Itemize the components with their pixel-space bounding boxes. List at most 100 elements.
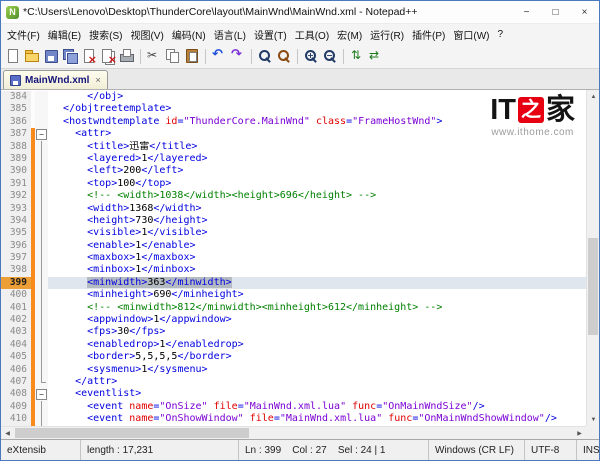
line-text[interactable]: <hostwndtemplate id="ThunderCore.MainWnd… [48, 116, 586, 128]
paste-button[interactable] [183, 47, 201, 65]
code-line-397[interactable]: 397 <maxbox>1</maxbox> [1, 252, 586, 265]
close-button[interactable]: × [570, 1, 599, 23]
line-text[interactable]: <sysmenu>1</sysmenu> [48, 364, 586, 376]
code-line-384[interactable]: 384 </obj> [1, 91, 586, 104]
menu-edit[interactable]: 编辑(E) [44, 25, 85, 44]
code-line-409[interactable]: 409 <event name="OnSize" file="MainWnd.x… [1, 400, 586, 414]
line-text[interactable]: </attr> [48, 376, 586, 388]
line-text[interactable]: <minwidth>363</minwidth> [48, 276, 586, 290]
menu-settings[interactable]: 设置(T) [250, 25, 291, 44]
line-text[interactable]: <width>1368</width> [48, 203, 586, 215]
line-text[interactable]: <enabledrop>1</enabledrop> [48, 339, 586, 351]
line-text[interactable]: <visible>1</visible> [48, 227, 586, 239]
line-text[interactable]: <title>迅雷</title> [48, 141, 586, 153]
cut-button[interactable] [145, 47, 163, 65]
save-button[interactable] [42, 47, 60, 65]
code-line-399[interactable]: 399 <minwidth>363</minwidth> [1, 276, 586, 290]
code-line-394[interactable]: 394 <height>730</height> [1, 214, 586, 228]
line-text[interactable]: <!-- <minwidth>812</minwidth><minheight>… [48, 302, 586, 314]
status-insert-mode[interactable]: INS [577, 440, 599, 460]
redo-button[interactable] [229, 47, 247, 65]
status-eol-format[interactable]: Windows (CR LF) [429, 440, 525, 460]
print-button[interactable] [118, 47, 136, 65]
scroll-right-icon[interactable]: ▶ [573, 427, 586, 439]
menu-file[interactable]: 文件(F) [3, 25, 44, 44]
horizontal-scrollbar[interactable]: ◀ ▶ [1, 426, 586, 439]
menu-encoding[interactable]: 编码(N) [168, 25, 210, 44]
code-line-404[interactable]: 404 <enabledrop>1</enabledrop> [1, 338, 586, 352]
menu-window[interactable]: 窗口(W) [449, 25, 493, 44]
menu-search[interactable]: 搜索(S) [85, 25, 126, 44]
menu-run[interactable]: 运行(R) [366, 25, 408, 44]
line-text[interactable]: <fps>30</fps> [48, 326, 586, 338]
close-all-button[interactable] [99, 47, 117, 65]
line-text[interactable]: <minbox>1</minbox> [48, 264, 586, 276]
line-text[interactable]: <event name="OnSize" file="MainWnd.xml.l… [48, 401, 586, 413]
line-text[interactable]: <!-- <width>1038</width><height>696</hei… [48, 190, 586, 202]
code-line-400[interactable]: 400 <minheight>690</minheight> [1, 289, 586, 303]
line-text[interactable]: <minheight>690</minheight> [48, 289, 586, 301]
minimize-button[interactable]: − [512, 1, 541, 23]
save-all-button[interactable] [61, 47, 79, 65]
close-file-button[interactable] [80, 47, 98, 65]
scroll-left-icon[interactable]: ◀ [1, 427, 14, 439]
line-text[interactable]: <left>200</left> [48, 165, 586, 177]
vertical-scrollbar[interactable]: ▲ ▼ [586, 90, 599, 426]
code-line-403[interactable]: 403 <fps>30</fps> [1, 326, 586, 340]
titlebar[interactable]: N *C:\Users\Lenovo\Desktop\ThunderCore\l… [1, 1, 599, 24]
code-line-391[interactable]: 391 <top>100</top> [1, 177, 586, 191]
vertical-scroll-thumb[interactable] [588, 237, 598, 336]
code-line-395[interactable]: 395 <visible>1</visible> [1, 227, 586, 241]
menu-macro[interactable]: 宏(M) [333, 25, 366, 44]
code-line-405[interactable]: 405 <border>5,5,5,5</border> [1, 351, 586, 364]
code-line-392[interactable]: 392 <!-- <width>1038</width><height>696<… [1, 190, 586, 203]
sync-vertical-button[interactable] [348, 47, 366, 65]
menu-tools[interactable]: 工具(O) [291, 25, 333, 44]
status-encoding[interactable]: UTF-8 [525, 440, 577, 460]
find-button[interactable] [256, 47, 274, 65]
code-line-389[interactable]: 389 <layered>1</layered> [1, 152, 586, 166]
line-text[interactable]: <layered>1</layered> [48, 153, 586, 165]
menu-view[interactable]: 视图(V) [126, 25, 167, 44]
line-text[interactable]: <enable>1</enable> [48, 240, 586, 252]
line-text[interactable]: </objtreetemplate> [48, 103, 586, 115]
code-line-385[interactable]: 385 </objtreetemplate> [1, 103, 586, 116]
scroll-up-icon[interactable]: ▲ [587, 90, 599, 103]
code-line-393[interactable]: 393 <width>1368</width> [1, 202, 586, 216]
line-text[interactable]: <border>5,5,5,5</border> [48, 351, 586, 363]
line-text[interactable]: <eventlist> [48, 388, 586, 400]
code-line-387[interactable]: 387 <attr> [1, 128, 586, 141]
scroll-down-icon[interactable]: ▼ [587, 413, 599, 426]
undo-button[interactable] [210, 47, 228, 65]
fold-collapse-icon[interactable] [35, 388, 48, 401]
line-text[interactable]: <appwindow>1</appwindow> [48, 314, 586, 326]
code-line-407[interactable]: 407 </attr> [1, 375, 586, 389]
code-line-386[interactable]: 386 <hostwndtemplate id="ThunderCore.Mai… [1, 115, 586, 129]
zoom-in-button[interactable] [302, 47, 320, 65]
code-line-402[interactable]: 402 <appwindow>1</appwindow> [1, 314, 586, 327]
line-text[interactable]: <event name="OnShowWindow" file="MainWnd… [48, 413, 586, 425]
editor-area[interactable]: 384 </obj> 385 </objtreetemplate> 386 <hos… [1, 90, 599, 439]
line-text[interactable]: <maxbox>1</maxbox> [48, 252, 586, 264]
tab-close-icon[interactable]: × [95, 75, 100, 85]
new-file-button[interactable] [4, 47, 22, 65]
menu-plugins[interactable]: 插件(P) [408, 25, 449, 44]
line-text[interactable]: </obj> [48, 91, 586, 103]
line-text[interactable]: <attr> [48, 128, 586, 140]
code-line-388[interactable]: 388 <title>迅雷</title> [1, 140, 586, 154]
copy-button[interactable] [164, 47, 182, 65]
code-line-410[interactable]: 410 <event name="OnShowWindow" file="Mai… [1, 413, 586, 426]
horizontal-scroll-thumb[interactable] [15, 428, 249, 438]
menu-language[interactable]: 语言(L) [210, 25, 250, 44]
menu-help[interactable]: ? [494, 27, 508, 42]
code-line-398[interactable]: 398 <minbox>1</minbox> [1, 264, 586, 278]
code-line-406[interactable]: 406 <sysmenu>1</sysmenu> [1, 363, 586, 377]
tab-mainwnd-xml[interactable]: MainWnd.xml × [3, 70, 108, 89]
code-view[interactable]: 384 </obj> 385 </objtreetemplate> 386 <hos… [1, 90, 586, 426]
maximize-button[interactable]: □ [541, 1, 570, 23]
code-line-390[interactable]: 390 <left>200</left> [1, 165, 586, 179]
line-text[interactable]: <top>100</top> [48, 178, 586, 190]
sync-horizontal-button[interactable] [367, 47, 385, 65]
code-line-401[interactable]: 401 <!-- <minwidth>812</minwidth><minhei… [1, 301, 586, 315]
open-folder-button[interactable] [23, 47, 41, 65]
